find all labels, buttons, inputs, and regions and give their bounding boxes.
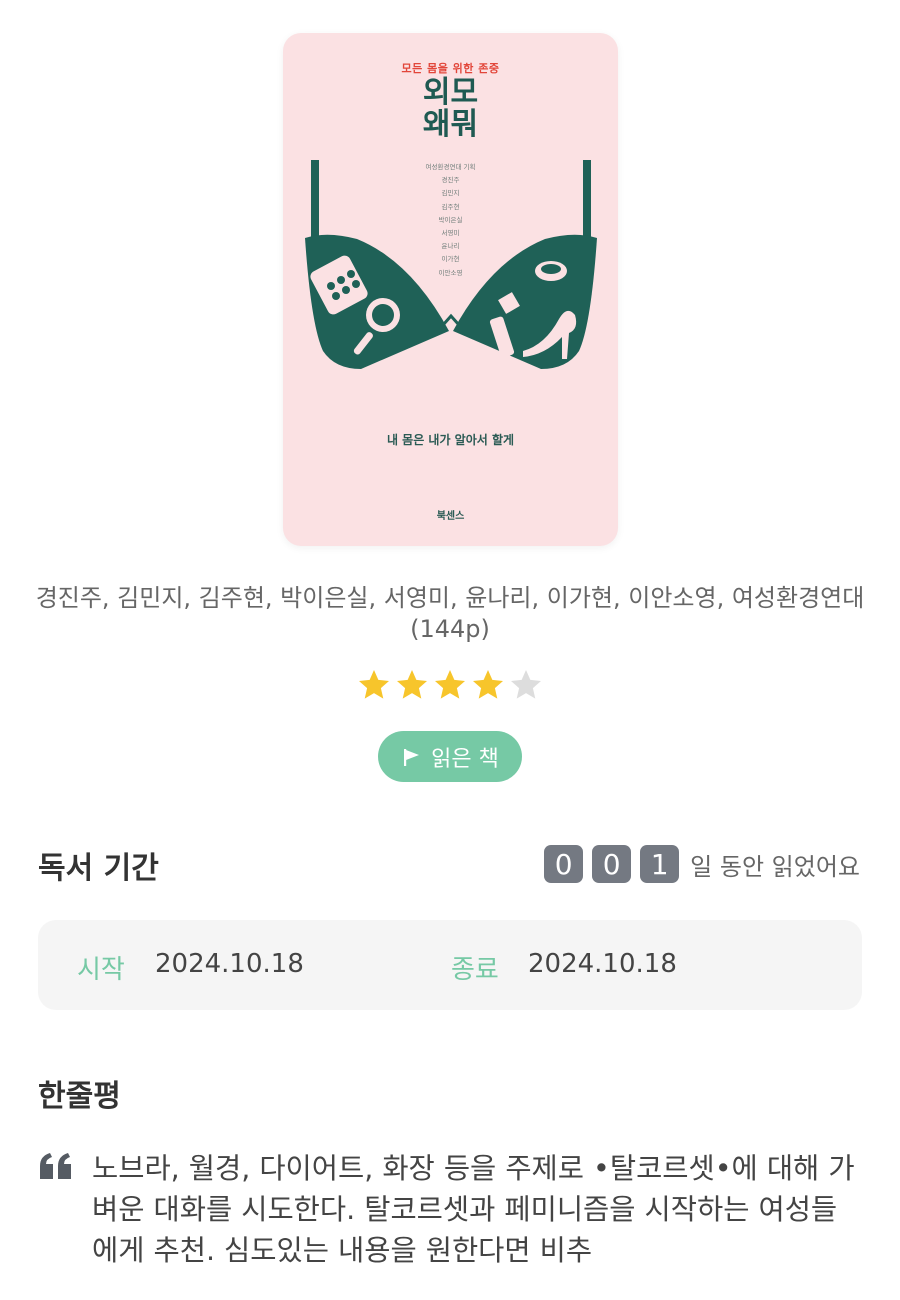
star-icon[interactable] [508,667,544,703]
days-read-label: 일 동안 읽었어요 [690,852,860,881]
cover-subtitle: 모든 몸을 위한 존중 [401,62,500,75]
quote-icon [40,1153,71,1179]
days-digit: 0 [592,845,632,883]
cover-credit: 여성환경연대 기획 [425,163,476,171]
reading-period-title: 독서 기간 [38,851,159,886]
end-date-label: 종료 [451,955,499,985]
days-digit: 0 [544,845,584,883]
cover-tagline: 내 몸은 내가 알아서 할게 [386,433,515,447]
star-icon[interactable] [356,667,392,703]
end-date-value[interactable]: 2024.10.18 [528,949,677,979]
flag-icon [404,748,420,766]
days-read-counter: 0 0 1 일 동안 읽었어요 [544,845,860,883]
cover-title-line2: 왜뭐 [422,107,479,142]
read-status-label: 읽은 책 [431,746,499,772]
cover-title: 외모 왜뭐 [283,77,618,141]
book-record-page: 모든 몸을 위한 존중 외모 왜뭐 여성환경연대 기획 경진주 김민지 김주현 … [0,0,900,1300]
star-rating[interactable] [355,667,545,705]
star-icon[interactable] [470,667,506,703]
days-digit: 1 [640,845,680,883]
cover-credit: 경진주 [441,176,460,185]
review-title: 한줄평 [38,1079,121,1114]
cover-credit: 이안소영 [438,268,463,277]
publisher-logo: 북센스 [436,511,465,522]
reading-dates-box[interactable]: 시작 2024.10.18 종료 2024.10.18 [38,920,862,1010]
cover-credit: 박이은실 [438,215,463,224]
cover-credits: 여성환경연대 기획 경진주 김민지 김주현 박이은실 서영미 윤나리 이가현 이… [283,161,618,280]
start-date-label: 시작 [77,955,125,985]
cover-credit: 김주현 [441,202,460,211]
start-date-value[interactable]: 2024.10.18 [155,949,304,979]
cover-title-line1: 외모 [422,75,479,110]
cover-credit: 서영미 [441,229,460,238]
book-cover[interactable]: 모든 몸을 위한 존중 외모 왜뭐 여성환경연대 기획 경진주 김민지 김주현 … [283,33,618,546]
read-status-button[interactable]: 읽은 책 [378,731,522,782]
cover-credit: 윤나리 [441,242,460,251]
cover-credit: 이가현 [441,255,460,264]
review-text: 노브라, 월경, 다이어트, 화장 등을 주제로 •탈코르셋•에 대해 가벼운 … [92,1152,855,1267]
star-icon[interactable] [394,667,430,703]
book-authors: 경진주, 김민지, 김주현, 박이은실, 서영미, 윤나리, 이가현, 이안소영… [35,584,865,643]
cover-credit: 김민지 [441,189,460,198]
star-icon[interactable] [432,667,468,703]
